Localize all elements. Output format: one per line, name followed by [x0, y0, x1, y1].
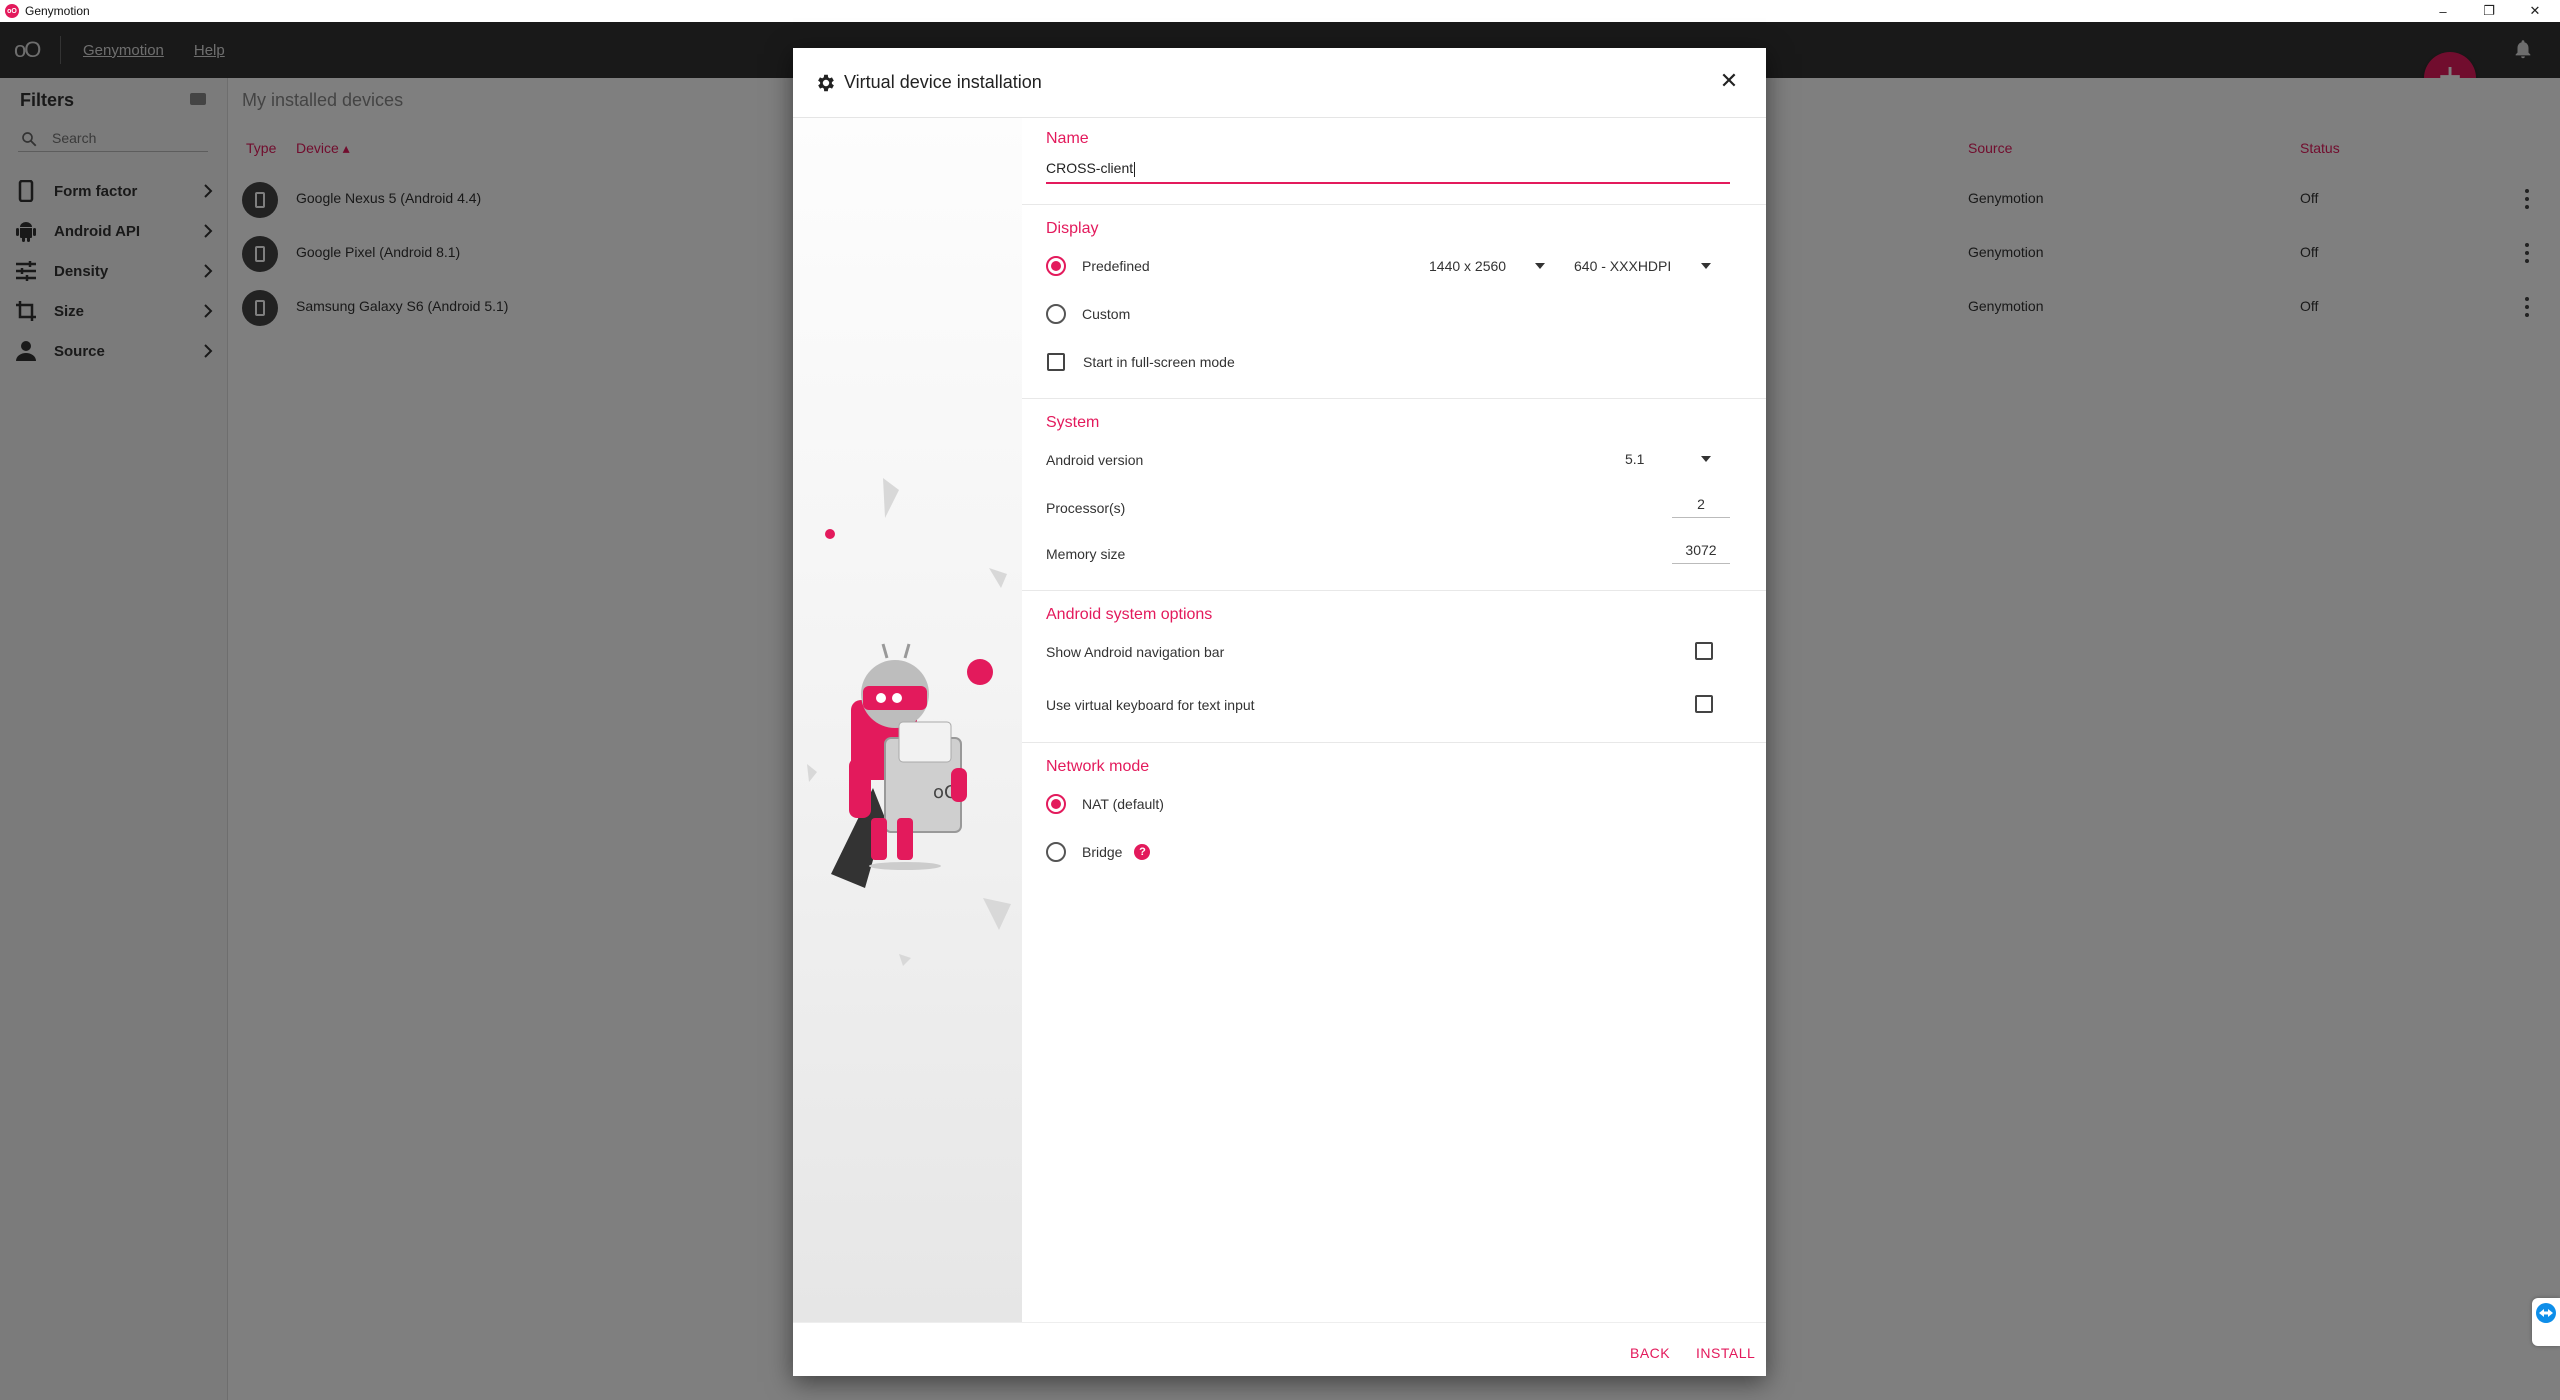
radio-unselected-icon — [1046, 304, 1066, 324]
radio-nat[interactable]: NAT (default) — [1046, 792, 1164, 816]
virtual-keyboard-label: Use virtual keyboard for text input — [1046, 697, 1255, 713]
teamviewer-tab[interactable] — [2532, 1298, 2560, 1346]
processors-label: Processor(s) — [1046, 500, 1126, 516]
minimize-button[interactable]: – — [2420, 0, 2466, 22]
caret-down-icon — [1701, 263, 1711, 269]
divider — [1022, 398, 1766, 399]
help-icon[interactable]: ? — [1134, 844, 1151, 860]
radio-label: Predefined — [1082, 258, 1150, 274]
nav-bar-label: Show Android navigation bar — [1046, 644, 1225, 660]
fullscreen-checkbox[interactable]: Start in full-screen mode — [1047, 350, 1235, 374]
radio-label: NAT (default) — [1082, 796, 1164, 812]
genymotion-logo-icon: oO — [5, 4, 19, 18]
density-value: 640 - XXXHDPI — [1574, 258, 1672, 274]
radio-selected-icon — [1046, 256, 1066, 276]
radio-custom[interactable]: Custom — [1046, 302, 1130, 326]
checkbox-icon — [1695, 695, 1713, 713]
android-version-label: Android version — [1046, 452, 1144, 468]
android-version-select[interactable]: 5.1 — [1617, 447, 1711, 471]
virtual-keyboard-checkbox[interactable] — [1695, 692, 1713, 716]
window-title-bar: oO Genymotion – ❐ ✕ — [0, 0, 2560, 22]
radio-bridge[interactable]: Bridge ? — [1046, 840, 1151, 864]
dialog-footer: BACK INSTALL — [793, 1322, 1766, 1376]
robot-illustration-art: oO — [807, 478, 1011, 966]
network-section-title: Network mode — [1046, 758, 1150, 775]
density-select[interactable]: 640 - XXXHDPI — [1574, 254, 1711, 278]
device-settings-form: Name CROSS-client Display Predefined 144… — [1022, 118, 1766, 1322]
dialog-title: Virtual device installation — [844, 72, 1042, 92]
memory-size-input[interactable]: 3072 — [1672, 538, 1730, 564]
window-close-button[interactable]: ✕ — [2512, 0, 2558, 22]
checkbox-icon — [1695, 642, 1713, 660]
teamviewer-icon — [2536, 1303, 2556, 1323]
caret-down-icon — [1701, 456, 1711, 462]
radio-label: Bridge — [1082, 844, 1123, 860]
text-caret — [1134, 161, 1136, 177]
checkbox-icon — [1047, 353, 1065, 371]
close-icon[interactable]: ✕ — [1718, 70, 1740, 92]
display-section-title: Display — [1046, 220, 1099, 237]
radio-unselected-icon — [1046, 842, 1066, 862]
gear-icon — [818, 74, 834, 92]
robot-illustration: oO — [793, 118, 1022, 1322]
divider — [1022, 590, 1766, 591]
android-options-section-title: Android system options — [1046, 606, 1213, 623]
window-title: Genymotion — [25, 4, 90, 18]
nav-bar-checkbox[interactable] — [1695, 639, 1713, 663]
radio-selected-icon — [1046, 794, 1066, 814]
back-button[interactable]: BACK — [1630, 1345, 1670, 1361]
resolution-select[interactable]: 1440 x 2560 — [1429, 254, 1545, 278]
dialog-header: Virtual device installation ✕ — [793, 48, 1766, 118]
radio-label: Custom — [1082, 306, 1131, 322]
system-section-title: System — [1046, 414, 1100, 431]
resolution-value: 1440 x 2560 — [1429, 258, 1507, 274]
divider — [1022, 742, 1766, 743]
processors-input[interactable]: 2 — [1672, 492, 1730, 518]
maximize-button[interactable]: ❐ — [2466, 0, 2512, 22]
checkbox-label: Start in full-screen mode — [1083, 354, 1235, 370]
android-version-value: 5.1 — [1625, 451, 1645, 467]
device-name-value: CROSS-client — [1046, 160, 1134, 176]
virtual-device-installation-dialog: Virtual device installation ✕ oO Name CR… — [793, 48, 1766, 1376]
name-section-title: Name — [1046, 130, 1089, 147]
install-button[interactable]: INSTALL — [1696, 1345, 1755, 1361]
caret-down-icon — [1535, 263, 1545, 269]
memory-size-label: Memory size — [1046, 546, 1126, 562]
divider — [1022, 204, 1766, 205]
device-name-input[interactable]: CROSS-client — [1046, 156, 1730, 184]
radio-predefined[interactable]: Predefined — [1046, 254, 1150, 278]
